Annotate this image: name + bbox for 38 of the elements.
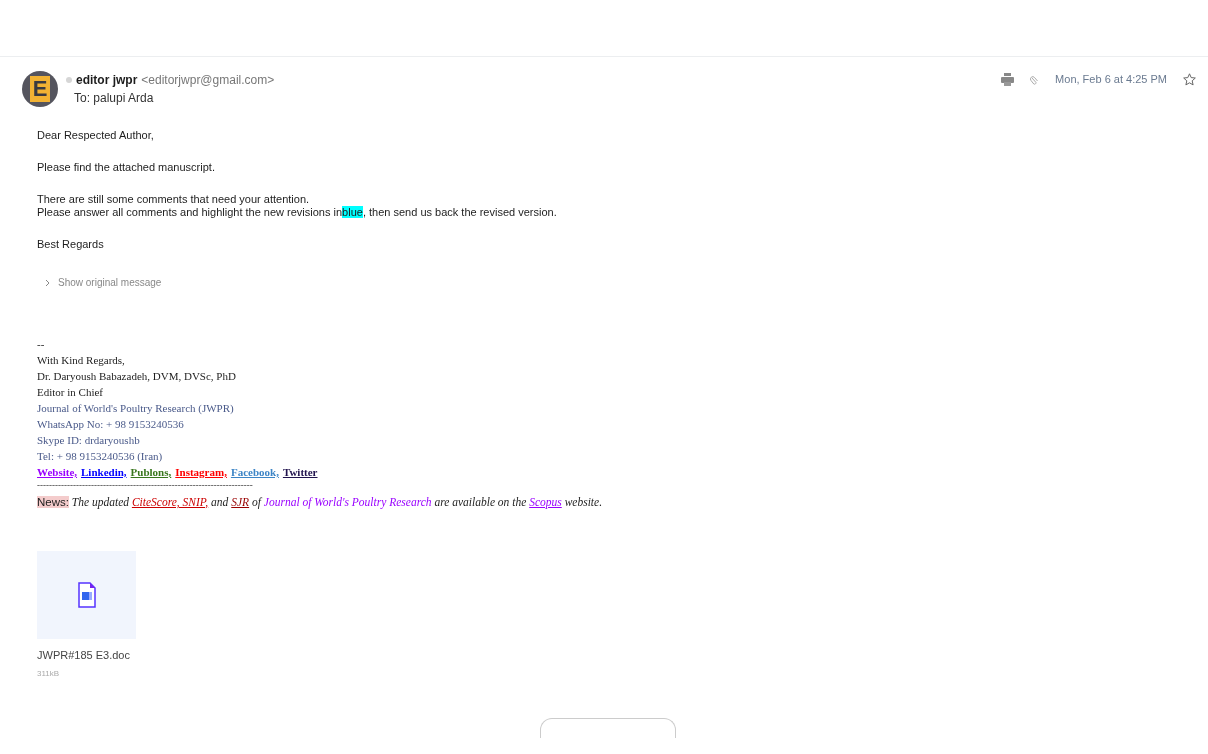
print-icon[interactable] — [1001, 72, 1015, 86]
document-icon — [77, 582, 96, 609]
signature-line: Editor in Chief — [37, 385, 104, 400]
signature-line: WhatsApp No: + 98 9153240536 — [37, 417, 185, 432]
news-link[interactable]: Scopus — [529, 496, 562, 508]
sender-email: <editorjwpr@gmail.com> — [141, 72, 275, 89]
signature-line: Dr. Daryoush Babazadeh, DVM, DVSc, PhD — [37, 369, 237, 384]
status-dot — [66, 77, 72, 83]
attachment-size: 311kB — [37, 667, 61, 680]
signature-line: -- — [37, 337, 46, 352]
social-link[interactable]: Facebook, — [230, 464, 279, 480]
signature-line: Skype ID: drdaryoushb — [37, 433, 141, 448]
separator-line: ------------------------------------------------------------------------ — [37, 480, 254, 490]
date-time: Mon, Feb 6 at 4:25 PM — [1055, 72, 1167, 87]
social-link[interactable]: Linkedin, — [81, 464, 127, 480]
signature-line: With Kind Regards, — [37, 353, 126, 368]
signature-line: Journal of World's Poultry Research (JWPR) — [37, 401, 235, 416]
social-link[interactable]: Twitter — [282, 464, 318, 480]
body-text: Please find the attached manuscript. — [37, 161, 216, 174]
body-text: Best Regards — [37, 238, 105, 251]
news-text: News: The updated CiteScore, SNIP, and SJR of Journal of World's Poultry Research are available on the Scopus website. — [37, 495, 603, 511]
sender-name: editor jwpr — [76, 72, 138, 89]
social-link[interactable]: Publons, — [130, 464, 172, 480]
news-link[interactable]: CiteScore, SNIP, — [131, 496, 209, 508]
body-text: Dear Respected Author, — [37, 129, 155, 142]
social-link[interactable]: Website, — [37, 464, 78, 480]
attachment-name[interactable]: JWPR#185 E3.doc — [37, 647, 1208, 664]
recipient: To: palupi Arda — [74, 90, 155, 107]
signature-line: Tel: + 98 9153240536 (Iran) — [37, 449, 164, 464]
show-original-link[interactable]: Show original message — [45, 275, 162, 290]
attachment-preview[interactable] — [37, 551, 136, 640]
star-icon[interactable] — [1183, 72, 1196, 86]
avatar: E — [22, 71, 58, 107]
chevron-icon — [45, 278, 50, 287]
body-text: There are still some comments that need your attention. — [37, 193, 311, 206]
paperclip-icon — [1030, 73, 1040, 85]
news-link[interactable]: SJR — [231, 496, 250, 508]
social-link[interactable]: Instagram, — [175, 464, 227, 480]
